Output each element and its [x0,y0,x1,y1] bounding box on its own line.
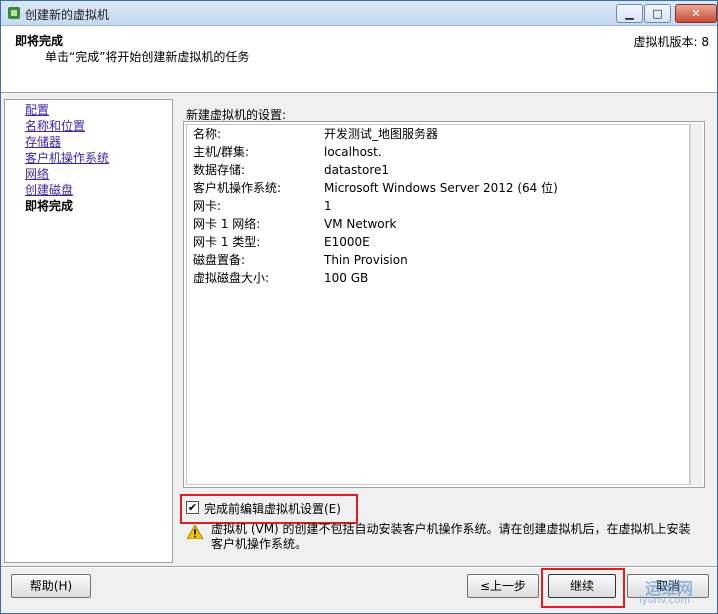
nav-step-config[interactable]: 配置 [25,102,49,118]
nav-step-ready-to-complete: 即将完成 [25,199,74,213]
close-button[interactable]: ✕ [675,4,717,23]
nav-step-guest-os[interactable]: 客户机操作系统 [25,150,109,166]
settings-value: 1 [324,199,332,213]
settings-value: E1000E [324,235,370,249]
settings-value: localhost. [324,145,382,159]
site-watermark: 运维网 iyunv.com [621,567,717,613]
nav-step-network[interactable]: 网络 [25,166,49,182]
wizard-window: 创建新的虚拟机 ▁ □ ✕ 即将完成 单击“完成”将开始创建新虚拟机的任务 虚拟… [0,0,718,614]
settings-key: 网卡: [193,199,222,213]
edit-settings-checkbox-highlight: ✔ 完成前编辑虚拟机设置(E) [180,494,358,524]
settings-key: 虚拟磁盘大小: [193,271,270,285]
edit-settings-checkbox[interactable]: ✔ [186,501,199,514]
back-button[interactable]: ≤上一步 [467,574,539,598]
settings-value: Thin Provision [324,253,408,267]
wizard-steps-nav: 配置 名称和位置 存储器 客户机操作系统 网络 创建磁盘 即将完成 [4,99,173,563]
watermark-url: iyunv.com [639,595,691,606]
settings-value: VM Network [324,217,397,231]
nav-step-create-disk[interactable]: 创建磁盘 [25,182,73,198]
settings-key: 网卡 1 网络: [193,217,261,231]
settings-value: 开发测试_地图服务器 [324,127,439,141]
page-subtitle: 单击“完成”将开始创建新虚拟机的任务 [45,50,250,64]
close-icon: ✕ [691,7,701,20]
settings-key: 名称: [193,127,222,141]
settings-key: 客户机操作系统: [193,181,282,195]
settings-value: 100 GB [324,271,369,285]
continue-button[interactable]: 继续 [548,574,616,598]
title-bar[interactable]: 创建新的虚拟机 ▁ □ ✕ [1,1,717,26]
settings-key: 数据存储: [193,163,246,177]
page-title: 即将完成 [15,34,64,48]
vm-app-icon [8,7,20,19]
settings-summary-box: 名称: 开发测试_地图服务器 主机/群集: localhost. 数据存储: data… [183,121,705,488]
minimize-icon: ▁ [625,7,634,20]
settings-key: 主机/群集: [193,145,250,159]
settings-key: 网卡 1 类型: [193,235,261,249]
nav-step-name-location[interactable]: 名称和位置 [25,118,85,134]
maximize-button[interactable]: □ [644,4,671,23]
settings-key: 磁盘置备: [193,253,246,267]
wizard-header: 即将完成 单击“完成”将开始创建新虚拟机的任务 虚拟机版本: 8 [1,26,717,93]
help-button[interactable]: 帮助(H) [11,574,91,598]
window-title: 创建新的虚拟机 [25,8,110,22]
edit-settings-checkbox-label[interactable]: 完成前编辑虚拟机设置(E) [204,500,341,517]
maximize-icon: □ [652,7,663,20]
os-install-warning: 虚拟机 (VM) 的创建不包括自动安装客户机操作系统。请在创建虚拟机后，在虚拟机… [211,522,691,551]
warning-icon [187,525,203,539]
settings-scrollbar[interactable] [690,123,703,486]
settings-list: 名称: 开发测试_地图服务器 主机/群集: localhost. 数据存储: data… [186,124,690,485]
minimize-button[interactable]: ▁ [616,4,643,23]
settings-value: Microsoft Windows Server 2012 (64 位) [324,181,558,195]
nav-step-storage[interactable]: 存储器 [25,134,61,150]
settings-value: datastore1 [324,163,390,177]
vm-version-label: 虚拟机版本: 8 [633,35,710,49]
